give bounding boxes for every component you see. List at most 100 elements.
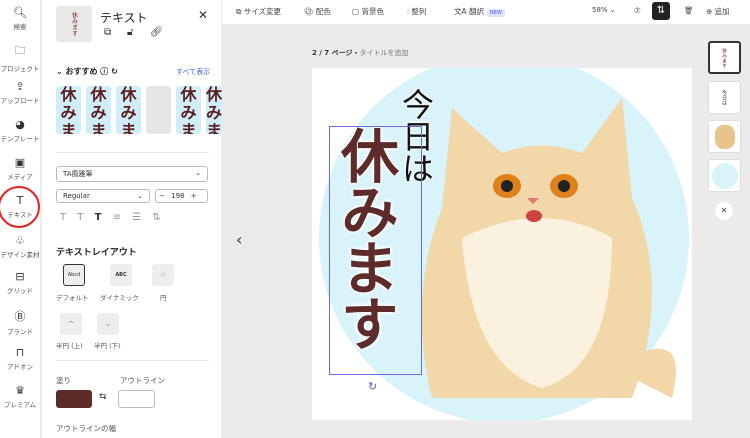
left-rail: 🔍︎ 検索 🗀 プロジェクト ⇪ アップロード ◕ テンプレート ▣ メディア T テキスト ♧ デザイン… — [0, 0, 40, 438]
layout-circle[interactable]: ◌ — [152, 264, 174, 286]
page-label: 2 / 7 ページ・ — [312, 49, 360, 57]
bg-label: 背景色 — [361, 7, 384, 16]
media-icon: ▣ — [14, 156, 26, 169]
outline-label: アウトライン — [120, 376, 165, 385]
rail-label: テンプレート — [0, 135, 40, 143]
brand-icon: Ⓑ — [14, 310, 26, 323]
unlock-icon[interactable]: 🔓︎ — [127, 27, 133, 38]
font-select[interactable]: TA風雅筆 ⌄ — [56, 166, 208, 182]
circle-thumb-image — [711, 162, 738, 189]
rail-label: アドオン — [7, 363, 33, 371]
cat-thumb-image — [714, 124, 735, 149]
selected-thumbnail: 休みます — [56, 6, 92, 42]
rail-item-media[interactable]: ▣ メディア — [0, 156, 40, 181]
rail-item-text[interactable]: T テキスト — [0, 194, 40, 219]
layout-label: デフォルト — [56, 294, 89, 302]
duplicate-icon[interactable]: ⧉ — [104, 27, 111, 38]
search-icon: 🔍︎ — [13, 6, 27, 19]
zoom-select[interactable]: 58% ⌄ — [592, 6, 616, 14]
rail-item-brand[interactable]: Ⓑ ブランド — [0, 308, 40, 336]
rail-item-shapes[interactable]: ♧ デザイン素材 — [0, 234, 40, 259]
rail-item-grid[interactable]: ⊟ グリッド — [0, 270, 40, 295]
font-value: TA風雅筆 — [63, 170, 93, 178]
add-button[interactable]: ⊕ 追加 — [706, 6, 730, 17]
color-button[interactable]: 🎨︎ 配色 — [304, 6, 331, 17]
recommended-item[interactable]: 休みま — [176, 86, 201, 134]
new-badge: NEW — [487, 9, 505, 17]
rail-item-folder[interactable]: 🗀 プロジェクト — [0, 42, 40, 73]
layers-icon[interactable]: ⇅ — [652, 2, 670, 20]
outline-color-swatch[interactable] — [118, 390, 155, 408]
layout-arc-up[interactable]: ⌒ — [60, 313, 82, 335]
page-thumb-4[interactable] — [708, 159, 741, 192]
outline-width-label: アウトラインの幅 — [56, 424, 116, 433]
text-panel: 休みます テキスト ⧉ 🔓︎ 🔗︎ ✕ ⌄ おすすめ ⓘ ↻ すべて表示 休みま… — [41, 0, 222, 438]
recommended-heading[interactable]: ⌄ おすすめ ⓘ ↻ — [56, 66, 118, 77]
page-thumb-1[interactable]: 休みます — [708, 41, 741, 74]
folder-icon: 🗀 — [14, 44, 26, 57]
close-pages-icon[interactable]: ✕ — [715, 202, 733, 220]
rail-item-search[interactable]: 🔍︎ 検索 — [0, 6, 40, 31]
layout-dynamic[interactable]: ABC — [110, 264, 132, 286]
rail-label: アップロード — [0, 97, 40, 105]
size-stepper[interactable]: − 198 + — [155, 189, 208, 203]
rail-item-template[interactable]: ◕ テンプレート — [0, 118, 40, 143]
close-icon[interactable]: ✕ — [198, 8, 208, 22]
rail-label: デザイン素材 — [0, 251, 40, 259]
plus-icon[interactable]: + — [191, 192, 197, 200]
align-button[interactable]: ⫶ 整列 — [407, 6, 426, 17]
align-label: 整列 — [411, 7, 427, 16]
weight-value: Regular — [63, 192, 90, 200]
layout-label: ダイナミック — [100, 294, 139, 302]
recommended-item[interactable]: 休みま — [206, 86, 222, 134]
rail-item-premium[interactable]: ♛ プレミアム — [0, 384, 40, 409]
text-icon: T — [16, 194, 24, 207]
background-button[interactable]: ▢ 背景色 — [352, 6, 384, 17]
top-toolbar: ⧉ サイズ変更 🎨︎ 配色 ▢ 背景色 ⫶ 整列 文A 翻訳 NEW 58% ⌄ … — [222, 0, 750, 24]
size-value[interactable]: 198 — [171, 192, 184, 200]
link-icon[interactable]: 🔗︎ — [150, 27, 163, 38]
rail-label: テキスト — [7, 211, 33, 219]
rail-label: メディア — [7, 173, 33, 181]
layout-label: 円 — [160, 294, 167, 302]
page-thumb-3[interactable] — [708, 120, 741, 153]
addon-icon: ⊓ — [15, 346, 25, 359]
design-canvas[interactable]: 今日は 休みます ↻ — [312, 68, 692, 420]
rotate-handle-icon[interactable]: ↻ — [368, 380, 377, 393]
chevron-down-icon: ⌄ — [137, 192, 143, 200]
recommended-item[interactable]: 休みま — [56, 86, 81, 134]
upload-icon: ⇪ — [15, 80, 25, 93]
layout-arc-down[interactable]: ◡ — [97, 313, 119, 335]
page-count-icon[interactable]: ⑦ — [634, 6, 641, 15]
shapes-icon: ♧ — [15, 234, 25, 247]
rail-item-upload[interactable]: ⇪ アップロード — [0, 80, 40, 105]
swap-icon[interactable]: ⇆ — [99, 392, 107, 402]
recommended-item[interactable]: 休みま — [116, 86, 141, 134]
show-all-link[interactable]: すべて表示 — [176, 67, 210, 77]
trash-icon[interactable]: 🗑︎ — [684, 6, 694, 15]
layout-heading: テキストレイアウト — [56, 248, 137, 258]
recommended-item[interactable]: 休みま — [86, 86, 111, 134]
zoom-value: 58% — [592, 6, 608, 14]
add-label: 追加 — [714, 7, 730, 16]
recommended-item[interactable] — [146, 86, 171, 134]
fill-color-swatch[interactable] — [56, 390, 92, 408]
minus-icon[interactable]: − — [159, 192, 165, 200]
layout-label: 半円 (下) — [94, 342, 121, 350]
layout-default[interactable]: Abcd — [63, 264, 85, 286]
translate-button[interactable]: 文A 翻訳 NEW — [454, 6, 505, 17]
rail-item-addon[interactable]: ⊓ アドオン — [0, 346, 40, 371]
fill-label: 塗り — [56, 376, 71, 385]
text-style-icons[interactable]: T T T ≡ ☰ ⇅ — [60, 212, 161, 223]
prev-page-icon[interactable]: ‹ — [236, 230, 242, 249]
resize-button[interactable]: ⧉ サイズ変更 — [236, 6, 281, 17]
selection-box[interactable] — [329, 126, 422, 375]
color-label: 配色 — [315, 7, 331, 16]
page-title-row[interactable]: 2 / 7 ページ・タイトルを追加 — [312, 48, 408, 58]
grid-icon: ⊟ — [15, 270, 25, 283]
chevron-down-icon: ⌄ — [195, 169, 201, 177]
weight-select[interactable]: Regular ⌄ — [56, 189, 150, 203]
rail-label: プロジェクト — [0, 65, 40, 73]
page-thumb-2[interactable]: 今日は — [708, 81, 741, 114]
page-title-input[interactable]: タイトルを追加 — [359, 49, 408, 57]
